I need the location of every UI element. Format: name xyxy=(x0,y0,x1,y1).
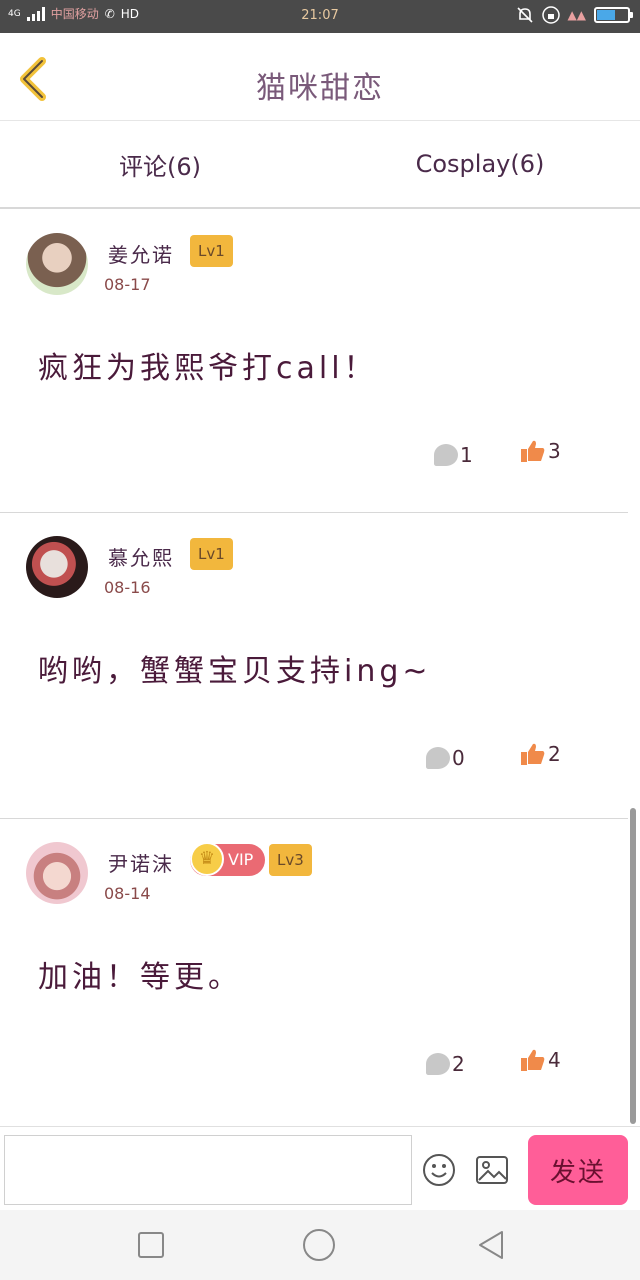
like-button[interactable]: 3 xyxy=(520,439,561,463)
emoji-button[interactable] xyxy=(422,1153,456,1187)
send-button[interactable]: 发送 xyxy=(528,1135,628,1205)
back-triangle-icon xyxy=(479,1231,503,1259)
like-button[interactable]: 4 xyxy=(520,1048,561,1072)
user-name[interactable]: 尹诺沫 xyxy=(108,848,174,877)
level-badge: Lv3 xyxy=(269,844,312,876)
home-icon xyxy=(303,1229,335,1261)
comment-date: 08-17 xyxy=(104,275,151,294)
level-badge: Lv1 xyxy=(190,538,233,570)
reply-button[interactable]: 0 xyxy=(426,746,465,770)
like-button[interactable]: 2 xyxy=(520,742,561,766)
like-count: 2 xyxy=(548,742,561,766)
thumbs-up-icon xyxy=(521,1049,545,1071)
recents-button[interactable] xyxy=(134,1228,168,1262)
system-nav-bar xyxy=(0,1210,640,1280)
input-bar: 发送 xyxy=(0,1126,640,1210)
alarm-icon: ▲▲ xyxy=(567,8,586,22)
comment-bubble-icon xyxy=(426,747,450,769)
image-icon xyxy=(476,1156,508,1184)
image-button[interactable] xyxy=(475,1155,509,1185)
vip-badge: ♛ VIP xyxy=(190,842,266,876)
thumbs-up-icon xyxy=(521,743,545,765)
avatar[interactable] xyxy=(26,842,88,904)
comment-date: 08-14 xyxy=(104,884,151,903)
comment-text: 加油！等更。 xyxy=(38,960,242,995)
comment-input[interactable] xyxy=(4,1135,412,1205)
comment-bubble-icon xyxy=(426,1053,450,1075)
status-bar: 4G 中国移动 ✆ HD 21:07 ▲▲ xyxy=(0,0,640,33)
comment-card: 尹诺沫 ♛ VIP Lv3 08-14 加油！等更。 2 4 xyxy=(0,820,628,1126)
page-title: 猫咪甜恋 xyxy=(256,71,384,106)
avatar[interactable] xyxy=(26,233,88,295)
comment-text: 哟哟，蟹蟹宝贝支持ing~ xyxy=(38,654,432,689)
like-count: 4 xyxy=(548,1048,561,1072)
comment-card: 姜允诺 Lv1 08-17 疯狂为我熙爷打call！ 1 3 xyxy=(0,211,628,513)
scrollbar[interactable] xyxy=(630,808,636,1124)
recents-icon xyxy=(138,1232,164,1258)
level-badge: Lv1 xyxy=(190,235,233,267)
smiley-icon xyxy=(423,1154,455,1186)
battery-icon xyxy=(594,7,633,23)
comment-date: 08-16 xyxy=(104,578,151,597)
like-count: 3 xyxy=(548,439,561,463)
status-right: ▲▲ xyxy=(516,6,633,24)
user-name[interactable]: 姜允诺 xyxy=(108,239,174,268)
reply-count: 2 xyxy=(452,1052,465,1076)
tab-bar: 评论(6) Cosplay(6) xyxy=(0,121,640,209)
thumbs-up-icon xyxy=(521,440,545,462)
user-name[interactable]: 慕允熙 xyxy=(108,542,174,571)
reply-button[interactable]: 1 xyxy=(434,443,473,467)
avatar[interactable] xyxy=(26,536,88,598)
comment-bubble-icon xyxy=(434,444,458,466)
reply-button[interactable]: 2 xyxy=(426,1052,465,1076)
mute-bell-icon xyxy=(516,7,533,23)
crown-icon: ♛ xyxy=(190,842,224,876)
comment-card: 慕允熙 Lv1 08-16 哟哟，蟹蟹宝贝支持ing~ 0 2 xyxy=(0,514,628,819)
reply-count: 1 xyxy=(460,443,473,467)
tab-comments[interactable]: 评论(6) xyxy=(0,121,320,207)
header: 猫咪甜恋 xyxy=(0,33,640,121)
reply-count: 0 xyxy=(452,746,465,770)
back-nav-button[interactable] xyxy=(474,1228,508,1262)
tab-cosplay[interactable]: Cosplay(6) xyxy=(320,121,640,207)
home-button[interactable] xyxy=(302,1228,336,1262)
comment-text: 疯狂为我熙爷打call！ xyxy=(38,351,378,386)
lock-rotation-icon xyxy=(541,6,560,24)
vip-label: VIP xyxy=(228,850,254,869)
